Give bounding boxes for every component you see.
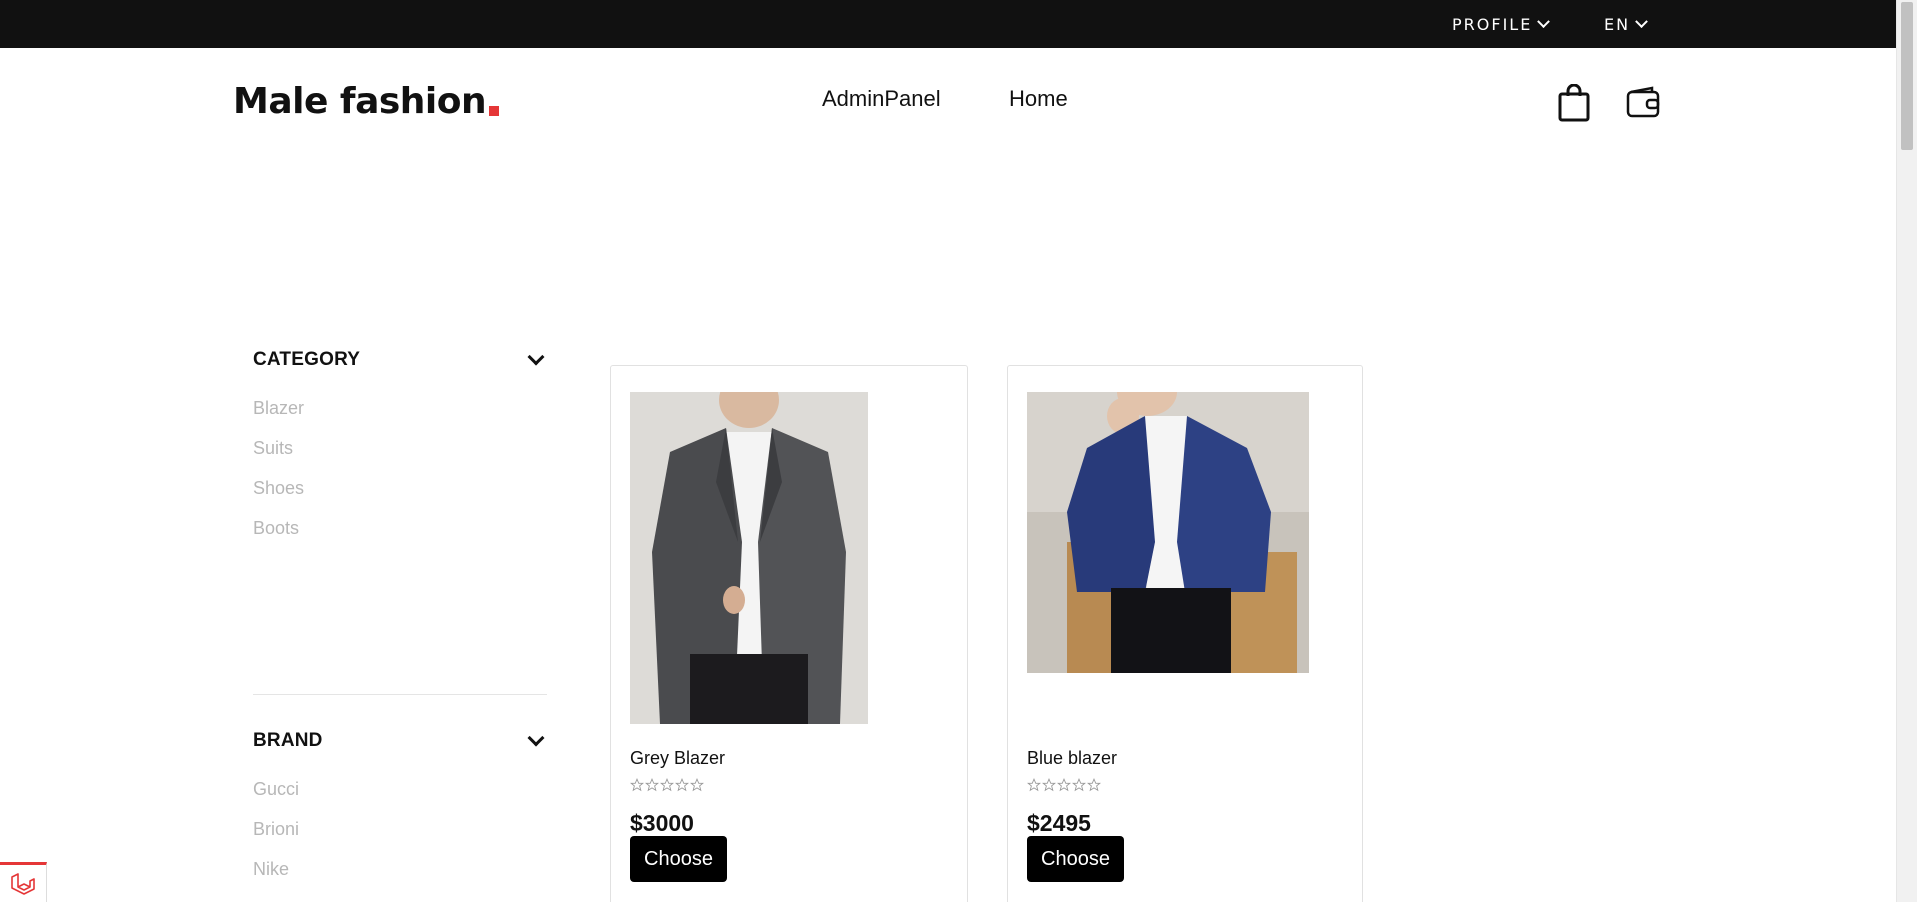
product-price: $2495 [1027,810,1091,836]
profile-menu[interactable]: PROFILE [1452,0,1551,48]
star-outline-icon [1057,778,1071,792]
chevron-down-icon [527,729,545,747]
page-scrollbar[interactable] [1896,0,1917,902]
brand-filter: BRAND Gucci Brioni Nike [253,721,547,889]
star-outline-icon [1042,778,1056,792]
brand-header[interactable]: BRAND [253,721,547,761]
nav-home-label: Home [1009,86,1068,111]
product-image-blue-blazer[interactable] [1027,392,1309,673]
brand-title: BRAND [253,730,323,751]
product-price: $3000 [630,810,694,836]
choose-button[interactable]: Choose [630,836,727,882]
product-name[interactable]: Blue blazer [1027,748,1117,769]
choose-button[interactable]: Choose [1027,836,1124,882]
star-outline-icon [690,778,704,792]
logo-dot [489,106,500,116]
chevron-down-icon [1635,14,1648,28]
category-item-blazer[interactable]: Blazer [253,388,547,428]
top-bar: PROFILE EN [0,0,1896,48]
nav-adminpanel[interactable]: AdminPanel [822,86,941,112]
brand-list: Gucci Brioni Nike [253,769,547,889]
star-outline-icon [645,778,659,792]
category-filter: CATEGORY Blazer Suits Shoes Boots [253,340,547,548]
star-outline-icon [630,778,644,792]
product-card: Blue blazer $2495 Choose [1007,365,1363,902]
scrollbar-thumb[interactable] [1901,2,1913,150]
product-name[interactable]: Grey Blazer [630,748,725,769]
sidebar-divider [253,694,547,695]
site-logo[interactable]: Male fashion [233,81,500,122]
brand-item-nike[interactable]: Nike [253,849,547,889]
chevron-down-icon [1537,14,1551,28]
category-title: CATEGORY [253,349,361,370]
language-menu[interactable]: EN [1604,0,1648,48]
category-item-shoes[interactable]: Shoes [253,468,547,508]
brand-item-brioni[interactable]: Brioni [253,809,547,849]
product-image-grey-blazer[interactable] [630,392,868,724]
wallet-icon[interactable] [1626,86,1660,118]
category-list: Blazer Suits Shoes Boots [253,388,547,548]
category-header[interactable]: CATEGORY [253,340,547,380]
brand-item-gucci[interactable]: Gucci [253,769,547,809]
star-outline-icon [1027,778,1041,792]
nav-adminpanel-label: AdminPanel [822,86,941,111]
rating-stars [1027,778,1101,792]
nav-home[interactable]: Home [1009,86,1068,112]
category-item-suits[interactable]: Suits [253,428,547,468]
chevron-down-icon [527,348,545,366]
shopping-bag-icon[interactable] [1557,84,1591,122]
language-label: EN [1604,14,1631,34]
category-item-boots[interactable]: Boots [253,508,547,548]
star-outline-icon [675,778,689,792]
logo-text: Male fashion [233,81,487,122]
product-card: Grey Blazer $3000 Choose [610,365,968,902]
debugbar-toggle[interactable] [0,862,47,902]
laravel-icon [11,872,35,895]
profile-label: PROFILE [1452,14,1533,34]
star-outline-icon [660,778,674,792]
star-outline-icon [1087,778,1101,792]
rating-stars [630,778,704,792]
star-outline-icon [1072,778,1086,792]
